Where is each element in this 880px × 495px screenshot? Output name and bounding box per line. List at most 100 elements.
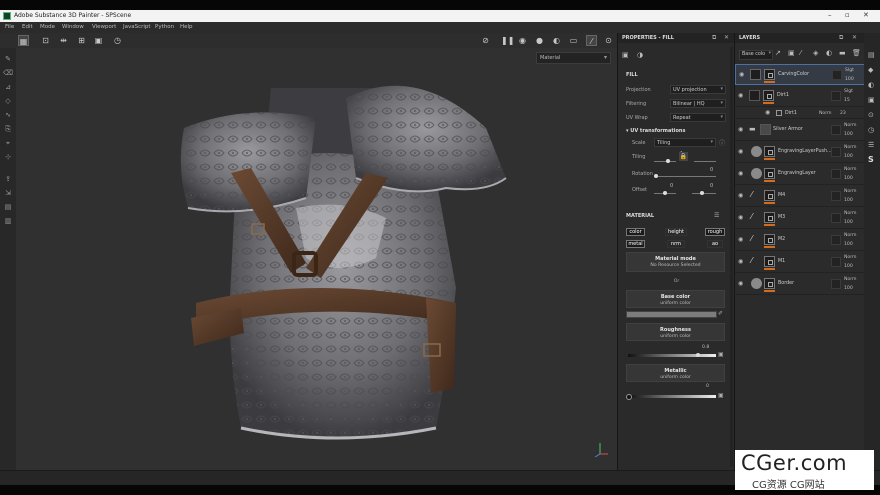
export-icon[interactable]: ⇲ — [3, 188, 13, 198]
paint-brush-icon[interactable]: ✎ — [3, 54, 13, 64]
float-icon[interactable]: ⧉ — [712, 34, 716, 42]
layer-blend-mode[interactable]: Slgt — [844, 89, 853, 94]
layer-blend-box[interactable] — [831, 191, 841, 201]
channel-color-button[interactable]: color — [626, 228, 645, 236]
measure-icon[interactable]: ⊹ — [3, 152, 13, 162]
close-panel-icon[interactable]: ✕ — [724, 34, 729, 41]
layer-row-carvingcolor[interactable]: ◉ CarvingColor Slgt 100 — [735, 64, 865, 85]
visibility-eye-icon[interactable]: ◉ — [738, 170, 743, 177]
layer-row-dirt1-effect[interactable]: ◉ Dirt1 Norm 23 — [735, 108, 865, 119]
layer-opacity[interactable]: 100 — [844, 198, 853, 203]
info-icon[interactable]: ⓘ — [719, 138, 725, 147]
visibility-eye-icon[interactable]: ◉ — [739, 71, 744, 78]
offset-x-knob[interactable] — [663, 191, 667, 195]
add-mask-icon[interactable]: ▣ — [788, 49, 795, 57]
layer-row-m1[interactable]: ◉ ⁄ M1 Norm 100 — [735, 252, 865, 273]
camera-off-icon[interactable]: ⊘ — [480, 35, 491, 46]
visibility-eye-icon[interactable]: ◉ — [765, 109, 770, 116]
metallic-picker-icon[interactable]: ▣ — [718, 392, 724, 399]
visibility-eye-icon[interactable]: ◉ — [738, 126, 743, 133]
layer-blend-box[interactable] — [831, 279, 841, 289]
channel-nrm-button[interactable]: nrm — [667, 240, 685, 248]
layer-row-silver-armor[interactable]: ◉ ▬ Silver Armor Norm 100 — [735, 120, 865, 141]
log-icon[interactable]: ☰ — [868, 141, 874, 149]
menu-javascript[interactable]: JavaScript — [123, 24, 151, 30]
fill-tab-icon[interactable]: ▣ — [622, 51, 629, 59]
layer-row-engravinglayer[interactable]: ◉ EngravingLayer Norm 100 — [735, 164, 865, 185]
channel-rough-button[interactable]: rough — [705, 228, 725, 236]
grid-icon[interactable]: ▦ — [18, 35, 29, 46]
layer-blend-box[interactable] — [832, 70, 842, 80]
layer-row-m3[interactable]: ◉ ⁄ M3 Norm 100 — [735, 208, 865, 229]
smudge-icon[interactable]: ∿ — [3, 110, 13, 120]
base-color-swatch[interactable] — [626, 311, 717, 318]
layer-opacity[interactable]: 100 — [844, 176, 853, 181]
frame-icon[interactable]: ▣ — [93, 35, 104, 46]
channel-blend-dropdown[interactable]: Base colo ▾ — [739, 50, 773, 60]
environment-icon[interactable]: ◐ — [551, 35, 562, 46]
clone-icon[interactable]: ⎘ — [3, 124, 13, 134]
minimize-icon[interactable]: – — [828, 11, 832, 19]
offset-y-knob[interactable] — [700, 191, 704, 195]
metallic-slider[interactable] — [628, 395, 716, 398]
visibility-eye-icon[interactable]: ◉ — [738, 280, 743, 287]
layer-blend-box[interactable] — [831, 169, 841, 179]
metallic-slider-knob[interactable] — [626, 394, 632, 400]
paint-mode-icon[interactable]: ⁄ — [586, 35, 597, 46]
layer-mask-thumbnail[interactable] — [764, 168, 775, 179]
screenshot-icon[interactable]: ⊙ — [603, 35, 614, 46]
menu-viewport[interactable]: Viewport — [92, 24, 116, 30]
roughness-card[interactable]: Roughness uniform color — [626, 323, 725, 341]
mirror-icon[interactable]: ⇹ — [58, 35, 69, 46]
layer-opacity[interactable]: 100 — [844, 132, 853, 137]
menu-mode[interactable]: Mode — [40, 24, 55, 30]
layer-row-border[interactable]: ◉ Border Norm 100 — [735, 274, 865, 295]
lock-icon[interactable]: 🔒 — [679, 152, 688, 161]
display-icon[interactable]: ▭ — [568, 35, 579, 46]
polygon-fill-icon[interactable]: ◇ — [3, 96, 13, 106]
tool-icon[interactable]: ▤ — [3, 202, 13, 212]
visibility-eye-icon[interactable]: ◉ — [738, 236, 743, 243]
layers-dock-icon[interactable]: ▤ — [868, 51, 875, 59]
menu-edit[interactable]: Edit — [22, 24, 33, 30]
menu-python[interactable]: Python — [155, 24, 174, 30]
maximize-icon[interactable]: ▫ — [845, 11, 850, 19]
layer-blend-box[interactable] — [831, 257, 841, 267]
shader-icon[interactable]: ◐ — [868, 81, 874, 89]
metallic-card[interactable]: Metallic uniform color — [626, 364, 725, 382]
projection-icon[interactable]: ⊿ — [3, 82, 13, 92]
roughness-picker-icon[interactable]: ▣ — [718, 351, 724, 358]
eyedropper-icon[interactable]: ✐ — [718, 310, 723, 317]
visibility-eye-icon[interactable]: ◉ — [738, 92, 743, 99]
delete-layer-icon[interactable]: 🗑 — [852, 49, 861, 57]
camera-icon[interactable]: ⊙ — [868, 111, 874, 119]
symmetry-icon[interactable]: ⊡ — [40, 35, 51, 46]
close-panel-icon[interactable]: ✕ — [852, 34, 857, 41]
menu-help[interactable]: Help — [180, 24, 193, 30]
material-tab-icon[interactable]: ◑ — [637, 51, 643, 59]
layer-mask-thumbnail[interactable] — [764, 234, 775, 245]
layer-blend-mode[interactable]: Slgt — [845, 68, 854, 73]
layer-opacity[interactable]: 100 — [845, 77, 854, 82]
material-mode-card[interactable]: Material mode No Resource Selected — [626, 252, 725, 272]
3d-viewport[interactable] — [16, 48, 617, 470]
visibility-eye-icon[interactable]: ◉ — [738, 214, 743, 221]
layer-blend-mode[interactable]: Norm — [844, 233, 857, 238]
channel-ao-button[interactable]: ao — [707, 240, 723, 248]
layer-blend-box[interactable] — [831, 91, 841, 101]
layer-opacity[interactable]: 100 — [844, 154, 853, 159]
layer-opacity[interactable]: 100 — [844, 286, 853, 291]
material-mode-dropdown[interactable]: Material ▾ — [536, 52, 611, 64]
projection-dropdown[interactable]: UV projection ▾ — [670, 85, 726, 94]
menu-window[interactable]: Window — [62, 24, 84, 30]
add-effect-icon[interactable]: ↗ — [775, 49, 781, 57]
layer-blend-box[interactable] — [831, 147, 841, 157]
layer-blend-mode[interactable]: Norm — [844, 277, 857, 282]
layer-blend-mode[interactable]: Norm — [844, 167, 857, 172]
tiling-slider-knob[interactable] — [666, 159, 670, 163]
roughness-slider-knob[interactable] — [696, 353, 700, 357]
layer-row-dirt1[interactable]: ◉ Dirt1 Slgt 15 — [735, 86, 865, 107]
layer-opacity[interactable]: 23 — [840, 111, 846, 116]
history-icon[interactable]: ◷ — [868, 126, 874, 134]
document-icon[interactable]: ▥ — [3, 216, 13, 226]
